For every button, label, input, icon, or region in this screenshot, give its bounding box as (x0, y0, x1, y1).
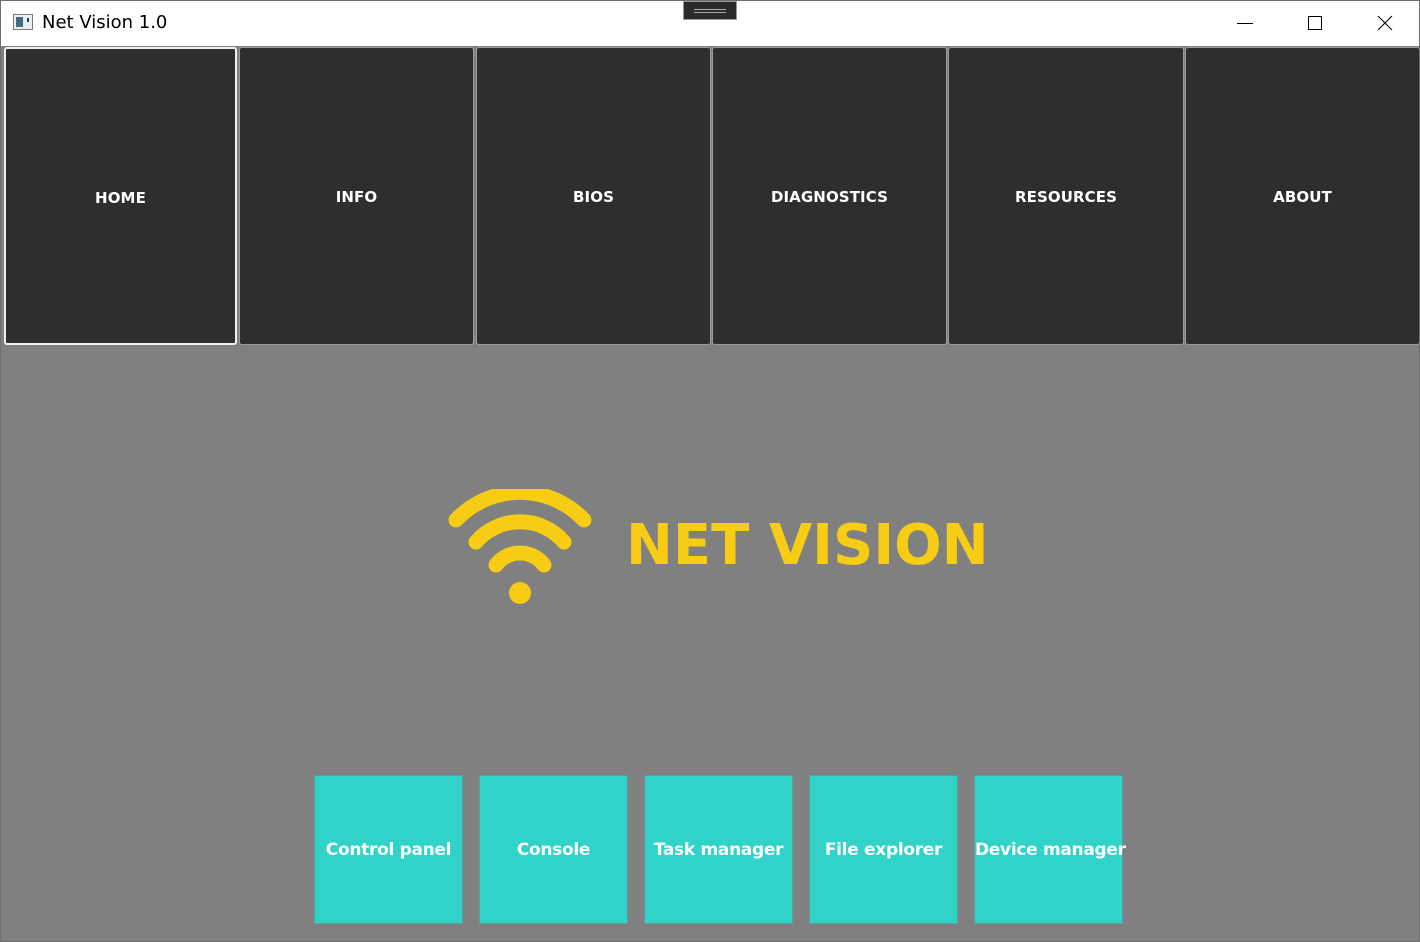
file-explorer-button[interactable]: File explorer (809, 775, 958, 924)
tool-label: File explorer (824, 840, 943, 860)
nav-home[interactable]: HOME (4, 47, 237, 345)
minimize-button[interactable] (1211, 1, 1279, 46)
tool-label: Device manager (975, 840, 1126, 860)
nav-resources[interactable]: RESOURCES (948, 47, 1184, 345)
nav-diagnostics[interactable]: DIAGNOSTICS (712, 47, 947, 345)
maximize-button[interactable] (1280, 1, 1348, 46)
nav-label: DIAGNOSTICS (770, 188, 889, 206)
minimize-icon (1237, 23, 1253, 24)
tool-label: Task manager (653, 840, 784, 860)
tool-label: Control panel (325, 840, 452, 860)
brand-name: NET VISION (626, 513, 989, 578)
nav-label: INFO (335, 188, 378, 206)
task-manager-button[interactable]: Task manager (644, 775, 793, 924)
window-title: Net Vision 1.0 (42, 12, 168, 33)
tool-label: Console (516, 840, 591, 860)
maximize-icon (1308, 16, 1322, 30)
drag-handle[interactable] (683, 1, 737, 20)
console-button[interactable]: Console (479, 775, 628, 924)
brand-logo: NET VISION (446, 489, 989, 609)
nav-about[interactable]: ABOUT (1185, 47, 1419, 345)
nav-label: HOME (95, 189, 146, 207)
nav-label: BIOS (573, 188, 614, 206)
wifi-icon (448, 489, 592, 604)
close-icon (1377, 15, 1393, 31)
app-window: Net Vision 1.0 HOME INFO BIOS DIAGNOSTIC… (0, 0, 1420, 942)
close-button[interactable] (1350, 1, 1418, 46)
device-manager-button[interactable]: Device manager (974, 775, 1126, 924)
nav-label: ABOUT (1273, 188, 1332, 206)
main-nav: HOME INFO BIOS DIAGNOSTICS RESOURCES ABO… (2, 46, 1419, 346)
app-icon (13, 14, 33, 30)
control-panel-button[interactable]: Control panel (314, 775, 463, 924)
nav-bios[interactable]: BIOS (476, 47, 711, 345)
nav-info[interactable]: INFO (239, 47, 474, 345)
title-bar[interactable]: Net Vision 1.0 (1, 1, 1419, 46)
nav-label: RESOURCES (1014, 188, 1118, 206)
